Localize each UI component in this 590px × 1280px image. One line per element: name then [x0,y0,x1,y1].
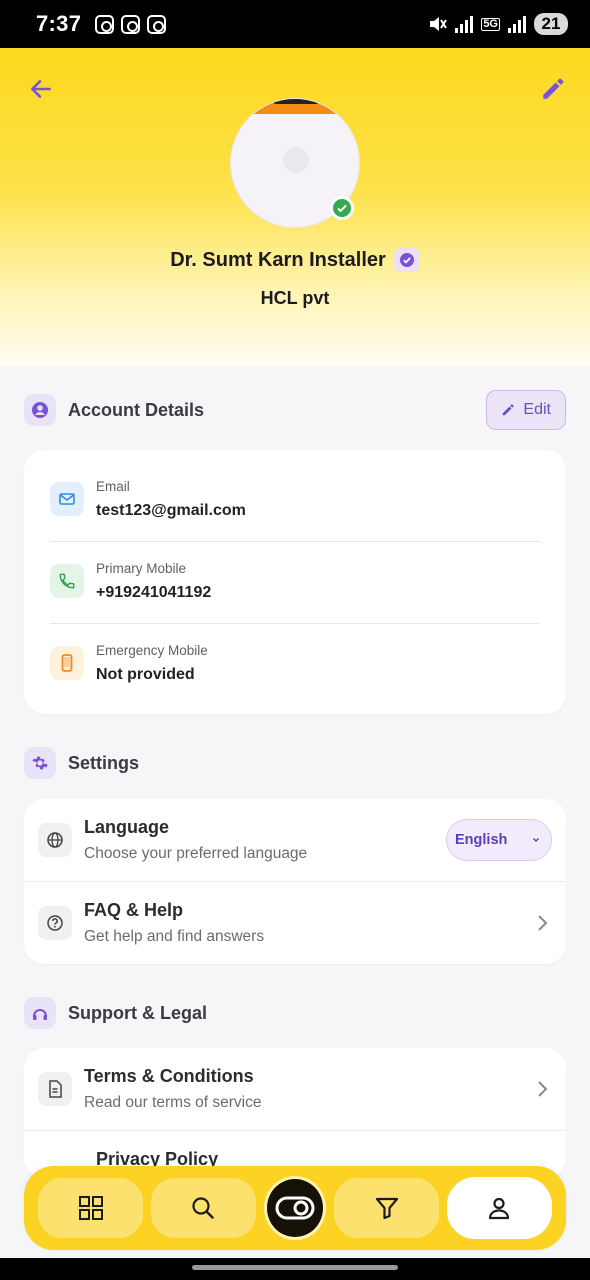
grid-icon [78,1196,103,1220]
edit-account-button[interactable]: Edit [486,390,566,430]
primary-mobile-value: +919241041192 [96,583,212,601]
support-icon [24,997,56,1029]
primary-mobile-row: Primary Mobile +919241041192 [50,540,540,622]
online-check-icon [330,196,354,220]
support-legal-header: Support & Legal [24,995,566,1031]
filter-icon [375,1197,398,1220]
settings-card: Language Choose your preferred language … [24,799,566,964]
section-title: Account Details [68,399,205,420]
faq-row[interactable]: FAQ & Help Get help and find answers [38,882,552,964]
section-title: Support & Legal [68,1002,207,1023]
nav-dashboard-button[interactable] [38,1178,144,1238]
verified-badge-icon [393,248,420,272]
signal-icon [455,15,474,33]
instagram-icon [147,14,167,34]
emergency-mobile-value: Not provided [96,665,195,683]
avatar-container[interactable] [230,98,360,228]
account-circle-icon [24,394,56,426]
avatar-image-bar [231,99,359,114]
bottom-nav [24,1166,566,1250]
name-row: Dr. Sumt Karn Installer [0,248,590,272]
arrow-left-icon [31,80,51,98]
company-name: HCL pvt [260,288,330,308]
language-select[interactable]: English [446,819,552,861]
section-title: Settings [68,752,140,773]
instagram-icon [121,14,141,34]
back-button[interactable] [24,72,58,106]
primary-mobile-label: Primary Mobile [96,560,187,576]
language-title: Language [84,817,170,837]
edit-button-label: Edit [523,401,551,418]
document-icon [38,1072,72,1106]
search-icon [192,1197,215,1219]
terms-row[interactable]: Terms & Conditions Read our terms of ser… [38,1048,552,1130]
settings-header: Settings [24,745,566,781]
battery-level: 21 [534,13,568,35]
nav-search-button[interactable] [150,1178,256,1238]
signal-icon [508,15,526,33]
chevron-right-icon [532,913,552,933]
status-system-icons: 5G 21 [427,13,568,35]
mobile-device-icon [50,646,84,680]
screenshot-icon [95,14,115,34]
chevron-right-icon [532,1079,552,1099]
status-time: 7:37 [36,11,82,36]
user-icon [489,1197,510,1220]
avatar-placeholder-icon [283,147,309,173]
nav-profile-button[interactable] [446,1177,552,1239]
chevron-down-icon [533,838,539,842]
emergency-mobile-label: Emergency Mobile [96,642,208,658]
language-selected-value: English [455,832,508,848]
mute-icon [430,17,448,31]
edit-profile-button[interactable] [534,70,572,108]
home-indicator[interactable] [192,1265,398,1270]
profile-header: Dr. Sumt Karn Installer HCL pvt [0,48,590,366]
emergency-mobile-row: Emergency Mobile Not provided [50,622,540,704]
nav-filter-button[interactable] [334,1178,440,1238]
faq-title: FAQ & Help [84,900,184,920]
help-circle-icon [38,906,72,940]
terms-subtitle: Read our terms of service [84,1094,262,1111]
terms-title: Terms & Conditions [84,1066,254,1086]
phone-icon [50,564,84,598]
faq-subtitle: Get help and find answers [84,928,265,945]
status-bar: 7:37 5G 21 [0,0,590,48]
toggle-icon [275,1196,315,1220]
email-value: test123@gmail.com [96,501,246,519]
nav-toggle-button[interactable] [263,1176,327,1240]
globe-icon [38,823,72,857]
email-label: Email [96,478,130,494]
status-notification-icons [95,14,167,34]
pencil-icon [503,404,515,416]
language-subtitle: Choose your preferred language [84,845,308,862]
mail-icon [50,482,84,516]
network-type: 5G [481,17,500,31]
user-name: Dr. Sumt Karn Installer [170,248,386,271]
pencil-icon [543,78,564,99]
account-details-header: Account Details Edit [24,390,566,430]
account-details-card: Email test123@gmail.com Primary Mobile +… [24,450,566,714]
language-row[interactable]: Language Choose your preferred language … [38,799,552,881]
gear-icon [24,747,56,779]
support-legal-card: Terms & Conditions Read our terms of ser… [24,1048,566,1178]
email-row: Email test123@gmail.com [50,458,540,540]
